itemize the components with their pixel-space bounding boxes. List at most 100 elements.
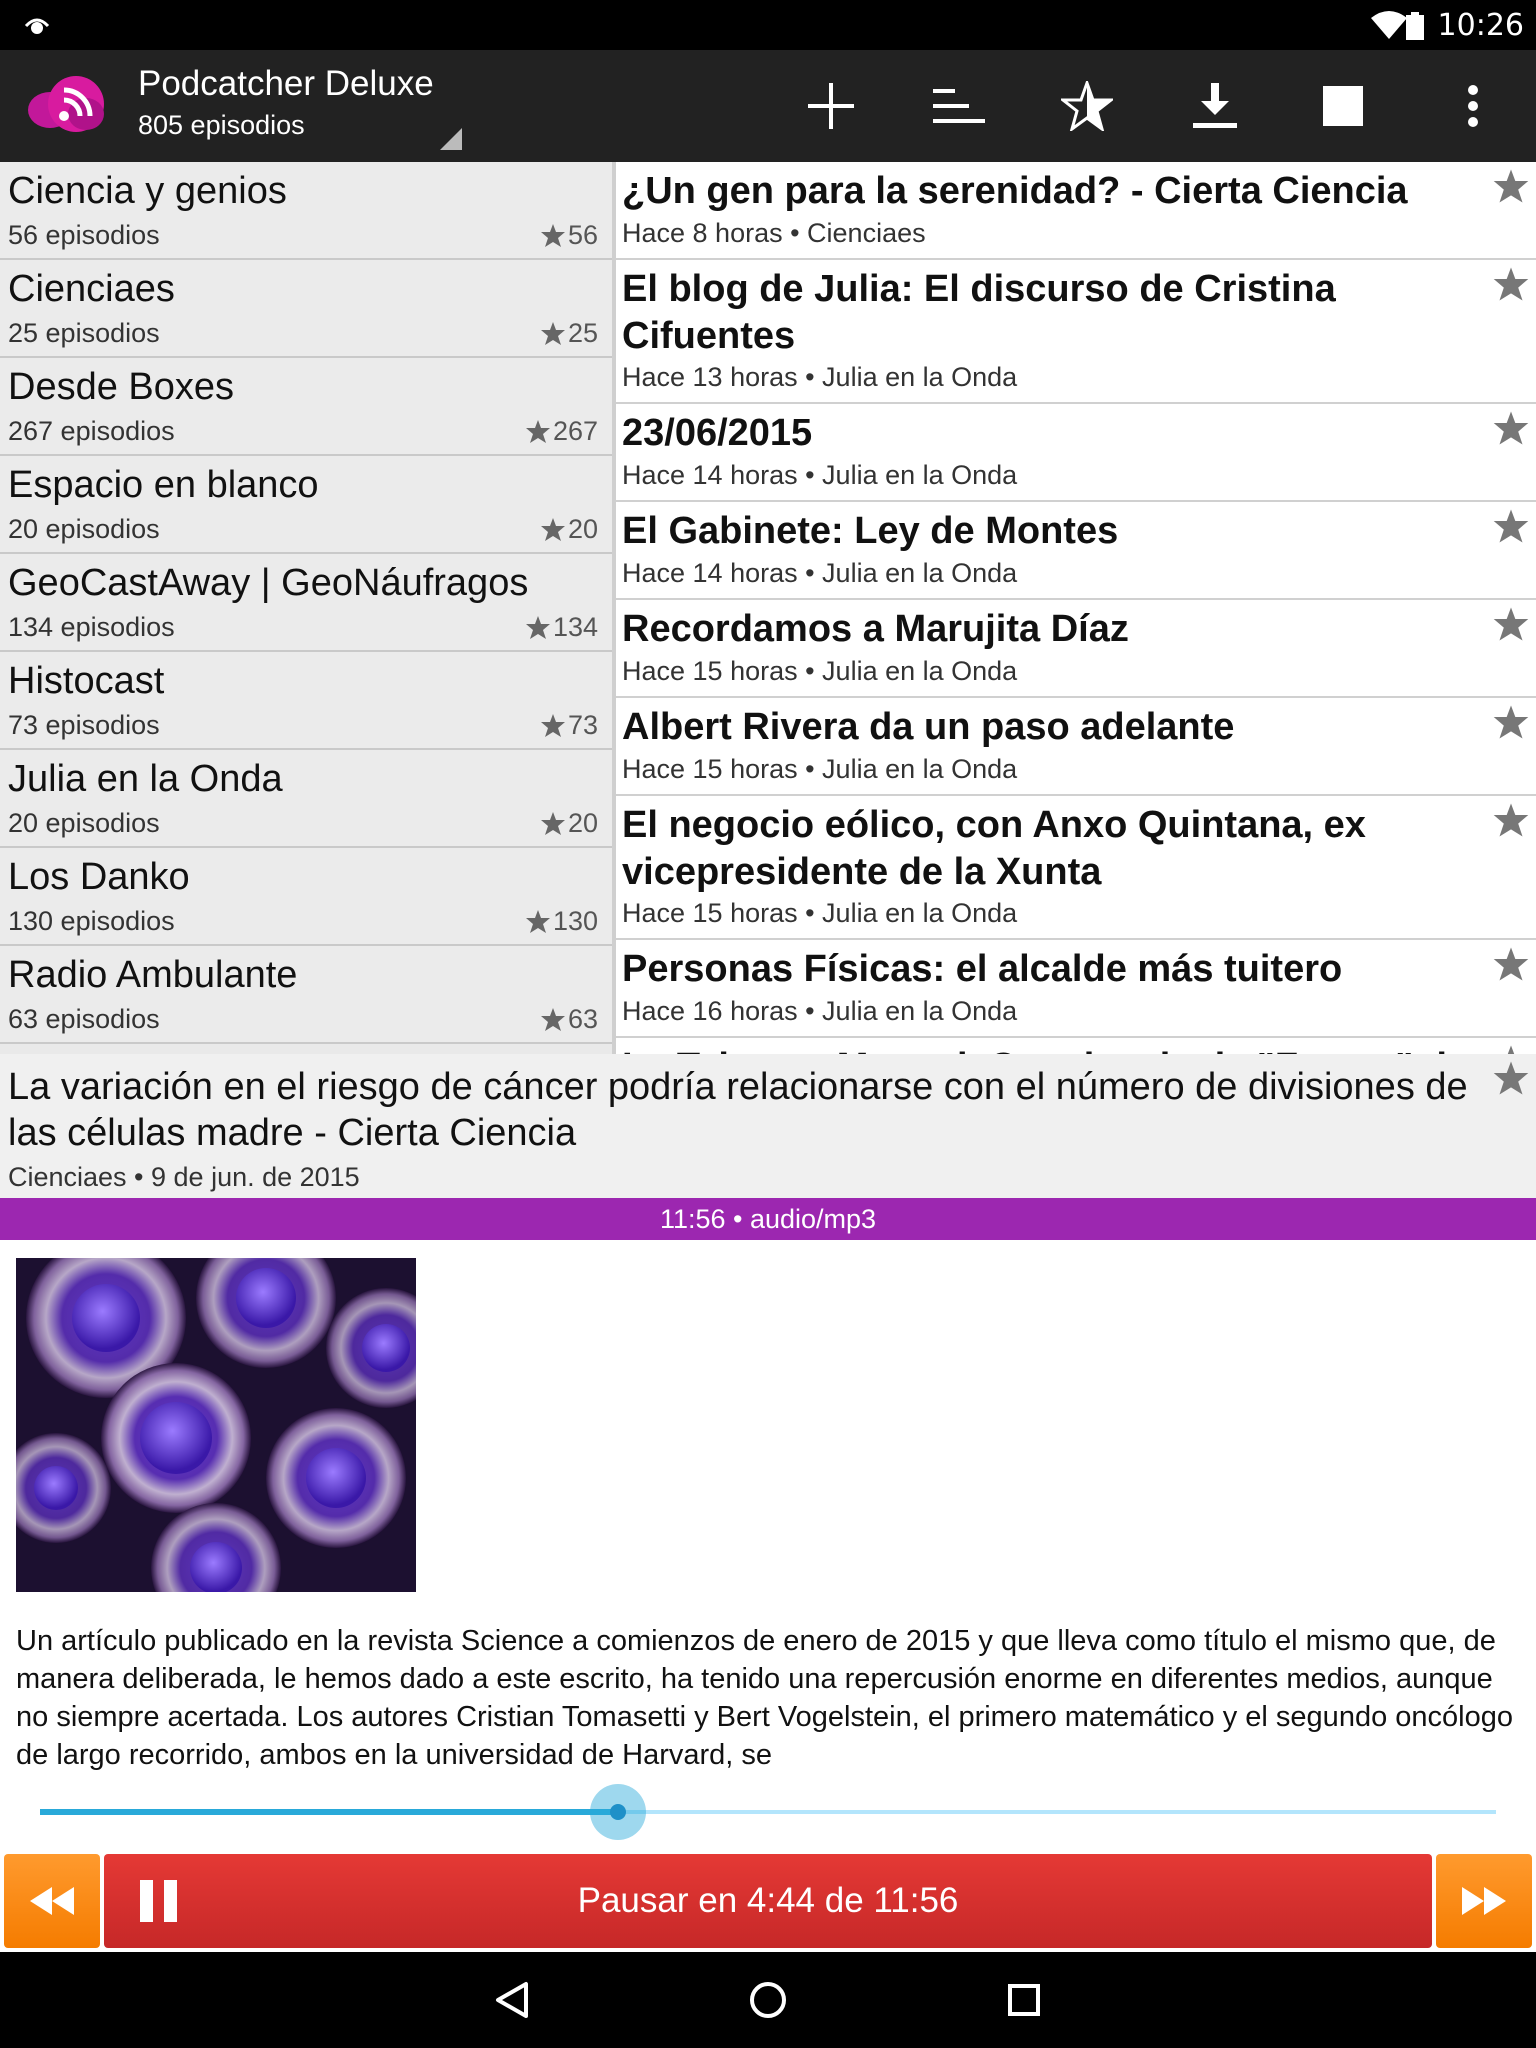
star-icon xyxy=(540,1008,565,1031)
add-icon xyxy=(808,83,854,129)
seek-bar[interactable] xyxy=(0,1774,1536,1850)
dropdown-indicator-icon[interactable] xyxy=(440,128,462,150)
back-button[interactable] xyxy=(452,1952,572,2048)
episode-title: ¿Un gen para la serenidad? - Cierta Cien… xyxy=(622,170,1408,212)
episode-item[interactable]: La Tabarra: Manuel, Conciencia de "Futur… xyxy=(616,1038,1536,1054)
star-icon[interactable] xyxy=(1492,508,1530,544)
star-icon xyxy=(540,224,565,247)
podcast-star-count: 130 xyxy=(525,906,598,937)
sort-button[interactable] xyxy=(904,50,1014,162)
star-icon xyxy=(540,812,565,835)
download-icon xyxy=(1193,83,1237,128)
episode-list: ¿Un gen para la serenidad? - Cierta Cien… xyxy=(616,162,1536,1054)
status-bar: 10:26 xyxy=(0,0,1536,50)
seek-thumb[interactable] xyxy=(610,1804,627,1820)
navigation-bar xyxy=(0,1952,1536,2048)
podcast-item[interactable]: Los Danko 130 episodios 130 xyxy=(0,848,612,946)
podcast-item[interactable]: Radio Ambulante 63 episodios 63 xyxy=(0,946,612,1044)
star-icon xyxy=(525,420,550,443)
fast-forward-button[interactable] xyxy=(1436,1854,1532,1948)
podcast-name: Desde Boxes xyxy=(8,366,235,408)
podcast-star-count: 267 xyxy=(525,416,598,447)
podcast-item[interactable]: Cienciaes 25 episodios 25 xyxy=(0,260,612,358)
episode-description[interactable]: Un artículo publicado en la revista Scie… xyxy=(0,1240,1536,1774)
episode-item[interactable]: Albert Rivera da un paso adelante Hace 1… xyxy=(616,698,1536,796)
episode-title: El blog de Julia: El discurso de Cristin… xyxy=(622,268,1336,357)
episode-title: Recordamos a Marujita Díaz xyxy=(622,608,1129,650)
app-title[interactable]: Podcatcher Deluxe xyxy=(138,64,434,104)
episode-meta: Hace 14 horas • Julia en la Onda xyxy=(622,460,1018,490)
podcast-item[interactable]: Desde Boxes 267 episodios 267 xyxy=(0,358,612,456)
home-button[interactable] xyxy=(708,1952,828,2048)
star-icon[interactable] xyxy=(1492,802,1530,838)
star-icon[interactable] xyxy=(1492,946,1530,982)
notification-icon xyxy=(22,12,52,43)
overflow-menu-button[interactable] xyxy=(1418,50,1528,162)
sort-icon xyxy=(933,89,985,123)
starred-filter-button[interactable] xyxy=(1032,50,1142,162)
star-icon xyxy=(540,322,565,345)
home-icon xyxy=(750,1982,786,2018)
podcast-item[interactable]: Julia en la Onda 20 episodios 20 xyxy=(0,750,612,848)
podcast-star-count: 20 xyxy=(540,514,598,545)
star-icon[interactable] xyxy=(1492,704,1530,740)
back-icon xyxy=(496,1982,528,2018)
podcast-name: GeoCastAway | GeoNáufragos xyxy=(8,562,529,604)
podcast-episode-count: 63 episodios xyxy=(8,1004,160,1034)
podcast-item[interactable]: Espacio en blanco 20 episodios 20 xyxy=(0,456,612,554)
stop-button[interactable] xyxy=(1288,50,1398,162)
podcast-list: Ciencia y genios 56 episodios 56 Ciencia… xyxy=(0,162,612,1054)
episode-item[interactable]: El negocio eólico, con Anxo Quintana, ex… xyxy=(616,796,1536,940)
star-icon[interactable] xyxy=(1492,606,1530,642)
podcast-episode-count: 20 episodios xyxy=(8,808,160,838)
stop-icon xyxy=(1323,86,1363,126)
podcast-episode-count: 134 episodios xyxy=(8,612,175,642)
episode-item[interactable]: ¿Un gen para la serenidad? - Cierta Cien… xyxy=(616,162,1536,260)
app-logo-icon[interactable] xyxy=(24,72,106,136)
rewind-button[interactable] xyxy=(4,1854,100,1948)
podcast-star-count: 134 xyxy=(525,612,598,643)
rewind-icon xyxy=(30,1887,74,1915)
article-text: Un artículo publicado en la revista Scie… xyxy=(16,1625,1513,1771)
download-button[interactable] xyxy=(1160,50,1270,162)
podcast-episode-count: 73 episodios xyxy=(8,710,160,740)
star-icon xyxy=(540,518,565,541)
episode-item[interactable]: El blog de Julia: El discurso de Cristin… xyxy=(616,260,1536,404)
star-icon[interactable] xyxy=(1492,1060,1530,1096)
episode-image xyxy=(16,1258,416,1592)
player-controls: Pausar en 4:44 de 11:56 xyxy=(0,1850,1536,1952)
podcast-star-count: 56 xyxy=(540,220,598,251)
episode-info-bar: 11:56 • audio/mp3 xyxy=(0,1198,1536,1240)
star-icon[interactable] xyxy=(1492,266,1530,302)
podcast-item[interactable]: Ciencia y genios 56 episodios 56 xyxy=(0,162,612,260)
recents-button[interactable] xyxy=(964,1952,1084,2048)
podcast-name: Ciencia y genios xyxy=(8,170,287,212)
star-icon xyxy=(525,616,550,639)
episode-count[interactable]: 805 episodios xyxy=(138,110,305,141)
episode-item[interactable]: Recordamos a Marujita Díaz Hace 15 horas… xyxy=(616,600,1536,698)
selected-episode-title: La variación en el riesgo de cáncer podr… xyxy=(8,1066,1468,1154)
podcast-episode-count: 267 episodios xyxy=(8,416,175,446)
episode-title: Personas Físicas: el alcalde más tuitero xyxy=(622,948,1343,990)
podcast-item[interactable]: GeoCastAway | GeoNáufragos 134 episodios… xyxy=(0,554,612,652)
add-button[interactable] xyxy=(776,50,886,162)
podcast-name: Julia en la Onda xyxy=(8,758,283,800)
episode-title: 23/06/2015 xyxy=(622,412,813,454)
battery-icon xyxy=(1406,12,1424,45)
podcast-name: Histocast xyxy=(8,660,165,702)
episode-item[interactable]: Personas Físicas: el alcalde más tuitero… xyxy=(616,940,1536,1038)
star-icon[interactable] xyxy=(1492,1044,1530,1054)
pause-button[interactable]: Pausar en 4:44 de 11:56 xyxy=(104,1854,1432,1948)
action-bar: Podcatcher Deluxe 805 episodios xyxy=(0,50,1536,162)
podcast-episode-count: 20 episodios xyxy=(8,514,160,544)
pause-button-label: Pausar en 4:44 de 11:56 xyxy=(577,1881,959,1920)
selected-episode-meta: Cienciaes • 9 de jun. de 2015 xyxy=(8,1162,360,1192)
recents-icon xyxy=(1008,1984,1040,2016)
episode-item[interactable]: 23/06/2015 Hace 14 horas • Julia en la O… xyxy=(616,404,1536,502)
star-icon[interactable] xyxy=(1492,168,1530,204)
star-icon[interactable] xyxy=(1492,410,1530,446)
episode-item[interactable]: El Gabinete: Ley de Montes Hace 14 horas… xyxy=(616,502,1536,600)
podcast-star-count: 20 xyxy=(540,808,598,839)
podcast-item[interactable]: Histocast 73 episodios 73 xyxy=(0,652,612,750)
episode-meta: Hace 15 horas • Julia en la Onda xyxy=(622,898,1018,928)
